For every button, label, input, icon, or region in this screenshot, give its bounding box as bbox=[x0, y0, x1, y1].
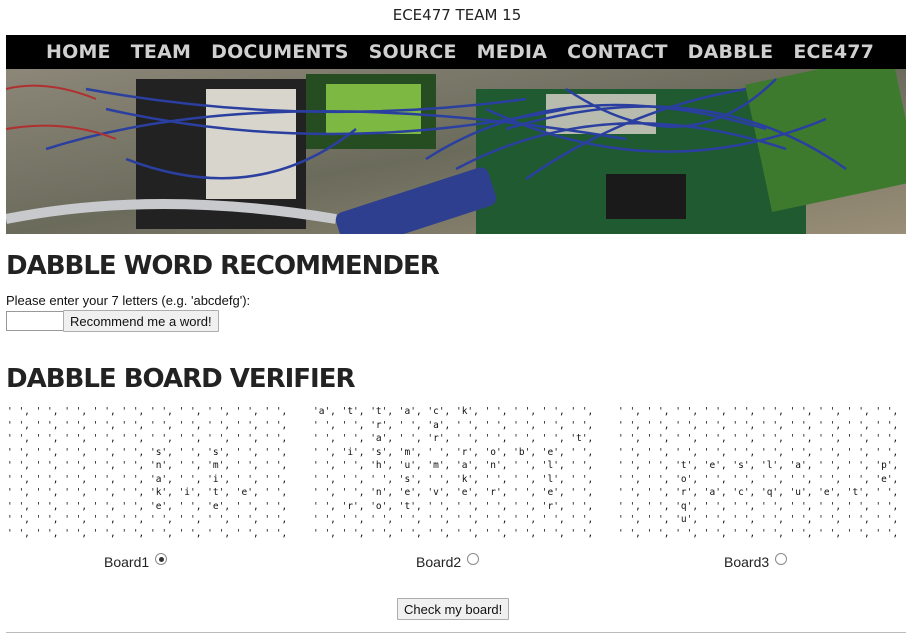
board-row: ' ', ' ', 'r', 'a', 'c', 'q', 'u', 'e', … bbox=[618, 487, 899, 498]
nav-team[interactable]: TEAM bbox=[131, 41, 191, 63]
board-row: ' ', ' ', ' ', ' ', ' ', ' ', ' ', ' ', … bbox=[618, 419, 899, 431]
board-row: ' ', ' ', ' ', ' ', ' ', 'a', ' ', 'i', … bbox=[7, 473, 288, 485]
verifier-heading: DABBLE BOARD VERIFIER bbox=[6, 364, 356, 394]
board-row: ' ', ' ', ' ', ' ', ' ', ' ', ' ', ' ', … bbox=[618, 406, 899, 417]
board-2-grid: 'a', 't', 't', 'a', 'c', 'k', ' ', ' ', … bbox=[313, 405, 593, 540]
hero-banner-image bbox=[6, 69, 906, 234]
board-row: ' ', 'r', 'o', 't', ' ', ' ', ' ', ' ', … bbox=[313, 500, 594, 512]
board-2-option[interactable]: Board2 bbox=[416, 553, 480, 570]
nav-ece477[interactable]: ECE477 bbox=[793, 41, 874, 63]
nav-dabble[interactable]: DABBLE bbox=[688, 41, 774, 63]
board-row: ' ', ' ', ' ', 's', ' ', 'k', ' ', ' ', … bbox=[313, 473, 594, 485]
board-1-label: Board1 bbox=[104, 554, 150, 570]
recommend-word-button[interactable]: Recommend me a word! bbox=[63, 310, 219, 332]
board-row: ' ', ' ', ' ', ' ', ' ', 'e', ' ', 'e', … bbox=[7, 500, 288, 512]
nav-source[interactable]: SOURCE bbox=[369, 41, 457, 63]
board-row: ' ', ' ', ' ', ' ', ' ', ' ', ' ', ' ', … bbox=[313, 514, 594, 525]
board-2-radio[interactable] bbox=[467, 553, 480, 565]
board-row: ' ', ' ', 'h', 'u', 'm', 'a', 'n', ' ', … bbox=[313, 460, 594, 471]
board-row: ' ', ' ', ' ', ' ', ' ', ' ', ' ', ' ', … bbox=[313, 527, 594, 539]
board-2-label: Board2 bbox=[416, 554, 462, 570]
board-row: ' ', ' ', 'n', 'e', 'v', 'e', 'r', ' ', … bbox=[313, 487, 594, 498]
board-row: ' ', ' ', ' ', ' ', ' ', ' ', ' ', ' ', … bbox=[7, 514, 288, 525]
nav-home[interactable]: HOME bbox=[46, 41, 111, 63]
letters-input[interactable] bbox=[6, 311, 64, 331]
board-1-option[interactable]: Board1 bbox=[104, 553, 168, 570]
board-1-grid: ' ', ' ', ' ', ' ', ' ', ' ', ' ', ' ', … bbox=[7, 405, 287, 540]
letters-prompt: Please enter your 7 letters (e.g. 'abcde… bbox=[6, 293, 251, 308]
board-row: ' ', ' ', ' ', ' ', ' ', 'k', 'i', 't', … bbox=[7, 487, 288, 498]
board-row: ' ', ' ', ' ', ' ', ' ', ' ', ' ', ' ', … bbox=[7, 433, 288, 444]
board-3-option[interactable]: Board3 bbox=[724, 553, 788, 570]
board-row: ' ', ' ', ' ', ' ', ' ', ' ', ' ', ' ', … bbox=[618, 446, 899, 458]
board-row: ' ', ' ', ' ', ' ', ' ', ' ', ' ', ' ', … bbox=[7, 527, 288, 539]
board-row: ' ', ' ', 'u', ' ', ' ', ' ', ' ', ' ', … bbox=[618, 514, 899, 525]
nav-contact[interactable]: CONTACT bbox=[567, 41, 668, 63]
site-title: ECE477 TEAM 15 bbox=[392, 6, 522, 24]
board-row: ' ', ' ', ' ', ' ', ' ', 's', ' ', 's', … bbox=[7, 446, 288, 458]
board-1-radio[interactable] bbox=[155, 553, 168, 565]
footer-divider bbox=[6, 632, 906, 633]
nav-documents[interactable]: DOCUMENTS bbox=[211, 41, 349, 63]
recommender-heading: DABBLE WORD RECOMMENDER bbox=[6, 251, 440, 281]
board-row: ' ', ' ', 'q', ' ', ' ', ' ', ' ', ' ', … bbox=[618, 500, 899, 512]
board-3-label: Board3 bbox=[724, 554, 770, 570]
nav-media[interactable]: MEDIA bbox=[477, 41, 547, 63]
board-3-grid: ' ', ' ', ' ', ' ', ' ', ' ', ' ', ' ', … bbox=[618, 405, 898, 540]
board-row: ' ', 'i', 's', 'm', ' ', 'r', 'o', 'b', … bbox=[313, 446, 594, 458]
board-row: ' ', ' ', 'a', ' ', 'r', ' ', ' ', ' ', … bbox=[313, 433, 594, 444]
board-row: 'a', 't', 't', 'a', 'c', 'k', ' ', ' ', … bbox=[313, 406, 594, 417]
board-row: ' ', ' ', ' ', ' ', ' ', ' ', ' ', ' ', … bbox=[618, 527, 899, 539]
board-row: ' ', ' ', 'r', ' ', 'a', ' ', ' ', ' ', … bbox=[313, 419, 594, 431]
main-nav: HOME TEAM DOCUMENTS SOURCE MEDIA CONTACT… bbox=[6, 35, 906, 69]
check-board-button[interactable]: Check my board! bbox=[397, 598, 510, 620]
board-row: ' ', ' ', ' ', ' ', ' ', ' ', ' ', ' ', … bbox=[618, 433, 899, 444]
board-row: ' ', ' ', ' ', ' ', ' ', ' ', ' ', ' ', … bbox=[7, 419, 288, 431]
board-row: ' ', ' ', 't', 'e', 's', 'l', 'a', ' ', … bbox=[618, 460, 899, 471]
board-row: ' ', ' ', ' ', ' ', ' ', ' ', ' ', ' ', … bbox=[7, 406, 288, 417]
board-row: ' ', ' ', 'o', ' ', ' ', ' ', ' ', ' ', … bbox=[618, 473, 899, 485]
board-row: ' ', ' ', ' ', ' ', ' ', 'n', ' ', 'm', … bbox=[7, 460, 288, 471]
board-3-radio[interactable] bbox=[775, 553, 788, 565]
